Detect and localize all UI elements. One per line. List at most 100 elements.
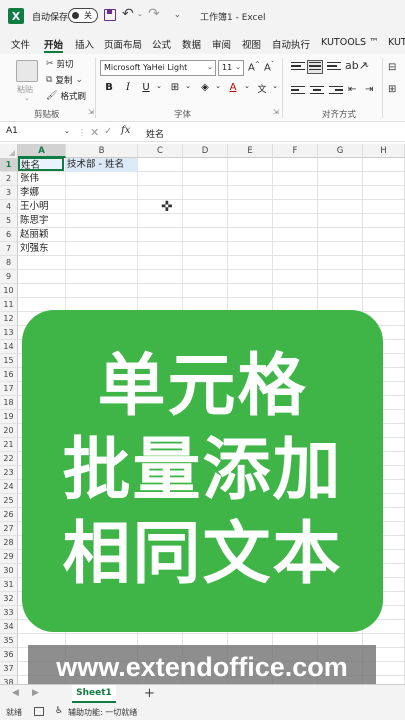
cut-button[interactable]: ✂ 剪切 xyxy=(46,58,74,70)
undo-icon[interactable]: ↶ xyxy=(122,6,134,22)
column-header-c[interactable]: C xyxy=(138,144,183,158)
phonetic-icon[interactable]: 文 xyxy=(255,82,269,98)
row-header-33[interactable]: 33 xyxy=(0,606,18,620)
font-name-dropdown-icon[interactable]: ⌄ xyxy=(207,63,213,71)
align-bottom-icon[interactable] xyxy=(327,62,341,74)
row-header-29[interactable]: 29 xyxy=(0,550,18,564)
row-header-35[interactable]: 35 xyxy=(0,634,18,648)
row-header-1[interactable]: 1 xyxy=(0,158,18,172)
borders-icon[interactable]: ⊞ xyxy=(168,82,182,98)
row-header-28[interactable]: 28 xyxy=(0,536,18,550)
column-header-e[interactable]: E xyxy=(228,144,273,158)
row-header-23[interactable]: 23 xyxy=(0,466,18,480)
row-header-9[interactable]: 9 xyxy=(0,270,18,284)
cell-a4[interactable]: 王小明 xyxy=(19,200,49,214)
save-icon[interactable] xyxy=(104,9,116,21)
tab-view[interactable]: 视图 xyxy=(242,37,261,51)
increase-indent-icon[interactable]: ⇥ xyxy=(365,84,373,95)
tab-data[interactable]: 数据 xyxy=(182,37,201,51)
tab-home[interactable]: 开始 xyxy=(44,37,64,53)
row-header-2[interactable]: 2 xyxy=(0,172,18,186)
row-header-4[interactable]: 4 xyxy=(0,200,18,214)
tab-page-layout[interactable]: 页面布局 xyxy=(104,37,142,51)
accessibility-status[interactable]: 辅助功能: 一切就绪 xyxy=(68,707,137,718)
row-header-32[interactable]: 32 xyxy=(0,592,18,606)
row-header-13[interactable]: 13 xyxy=(0,326,18,340)
underline-dropdown-icon[interactable]: ⌄ xyxy=(152,82,166,98)
font-name-select[interactable]: Microsoft YaHei Light ⌄ xyxy=(100,60,216,76)
italic-icon[interactable]: I xyxy=(121,82,135,98)
row-header-18[interactable]: 18 xyxy=(0,396,18,410)
decrease-font-icon[interactable]: Aˇ xyxy=(264,61,274,73)
tab-insert[interactable]: 插入 xyxy=(75,37,94,51)
row-header-5[interactable]: 5 xyxy=(0,214,18,228)
cell-a5[interactable]: 陈思宇 xyxy=(19,214,49,228)
align-middle-icon[interactable] xyxy=(307,60,323,74)
row-header-37[interactable]: 37 xyxy=(0,662,18,676)
name-box-dropdown-icon[interactable]: ⌄ xyxy=(64,127,70,135)
quick-access-dropdown-icon[interactable]: ⌄ xyxy=(174,10,181,19)
font-size-dropdown-icon[interactable]: ⌄ xyxy=(235,63,241,71)
tab-kutools-plus[interactable]: KUT xyxy=(388,37,405,48)
tab-automate[interactable]: 自动执行 xyxy=(272,37,310,51)
cell-a2[interactable]: 张伟 xyxy=(19,172,39,186)
row-header-8[interactable]: 8 xyxy=(0,256,18,270)
row-header-31[interactable]: 31 xyxy=(0,578,18,592)
cell-b1[interactable]: 技术部 - 姓名 xyxy=(66,158,138,172)
column-header-f[interactable]: F xyxy=(273,144,318,158)
row-header-25[interactable]: 25 xyxy=(0,494,18,508)
row-header-16[interactable]: 16 xyxy=(0,368,18,382)
row-header-27[interactable]: 27 xyxy=(0,522,18,536)
font-launcher-icon[interactable]: ⇲ xyxy=(273,108,279,116)
row-header-36[interactable]: 36 xyxy=(0,648,18,662)
row-header-34[interactable]: 34 xyxy=(0,620,18,634)
align-center-icon[interactable] xyxy=(310,86,324,98)
row-header-24[interactable]: 24 xyxy=(0,480,18,494)
row-header-20[interactable]: 20 xyxy=(0,424,18,438)
cell-a3[interactable]: 李娜 xyxy=(19,186,39,200)
copy-dropdown-icon[interactable]: ⌄ xyxy=(75,75,83,85)
sheet-prev-icon[interactable]: ◀ xyxy=(12,688,19,698)
bold-icon[interactable]: B xyxy=(102,82,116,98)
name-box[interactable]: A1 xyxy=(4,126,72,140)
merge-cells-icon[interactable]: ⊞ xyxy=(388,84,396,95)
enter-icon[interactable]: ✓ xyxy=(104,126,112,137)
row-header-3[interactable]: 3 xyxy=(0,186,18,200)
column-header-d[interactable]: D xyxy=(183,144,228,158)
row-header-6[interactable]: 6 xyxy=(0,228,18,242)
align-right-icon[interactable] xyxy=(329,86,343,98)
column-header-a[interactable]: A xyxy=(18,144,66,158)
row-header-30[interactable]: 30 xyxy=(0,564,18,578)
cell-a1[interactable]: 姓名 xyxy=(18,157,64,171)
row-header-26[interactable]: 26 xyxy=(0,508,18,522)
wrap-text-icon[interactable]: ⊟ xyxy=(388,62,396,73)
increase-font-icon[interactable]: A^ xyxy=(248,61,260,73)
insert-function-icon[interactable]: fx xyxy=(121,125,130,136)
underline-icon[interactable]: U xyxy=(139,82,153,98)
cancel-icon[interactable]: ✕ xyxy=(90,126,99,139)
format-painter-button[interactable]: 🖌 格式刷 xyxy=(46,90,86,102)
paste-dropdown-icon[interactable]: ⌄ xyxy=(24,94,30,102)
align-top-icon[interactable] xyxy=(291,62,305,74)
font-color-dropdown-icon[interactable]: ⌄ xyxy=(240,82,254,98)
add-sheet-button[interactable]: + xyxy=(144,686,155,701)
row-header-15[interactable]: 15 xyxy=(0,354,18,368)
accessibility-icon[interactable]: ♿ xyxy=(55,706,63,716)
macro-record-icon[interactable] xyxy=(34,707,44,716)
clipboard-launcher-icon[interactable]: ⇲ xyxy=(88,108,94,116)
row-header-22[interactable]: 22 xyxy=(0,452,18,466)
column-header-g[interactable]: G xyxy=(318,144,363,158)
sheet-next-icon[interactable]: ▶ xyxy=(32,688,39,698)
row-header-7[interactable]: 7 xyxy=(0,242,18,256)
decrease-indent-icon[interactable]: ⇤ xyxy=(348,84,356,95)
column-header-b[interactable]: B xyxy=(66,144,138,158)
autosave-toggle[interactable]: 关 xyxy=(68,8,98,23)
tab-file[interactable]: 文件 xyxy=(11,37,30,51)
select-all-button[interactable] xyxy=(0,144,18,158)
column-header-h[interactable]: H xyxy=(363,144,405,158)
cell-a7[interactable]: 刘强东 xyxy=(19,242,49,256)
sheet-tab-sheet1[interactable]: Sheet1 xyxy=(72,685,116,703)
borders-dropdown-icon[interactable]: ⌄ xyxy=(181,82,195,98)
redo-icon[interactable]: ↷ xyxy=(148,6,160,22)
tab-review[interactable]: 审阅 xyxy=(212,37,231,51)
